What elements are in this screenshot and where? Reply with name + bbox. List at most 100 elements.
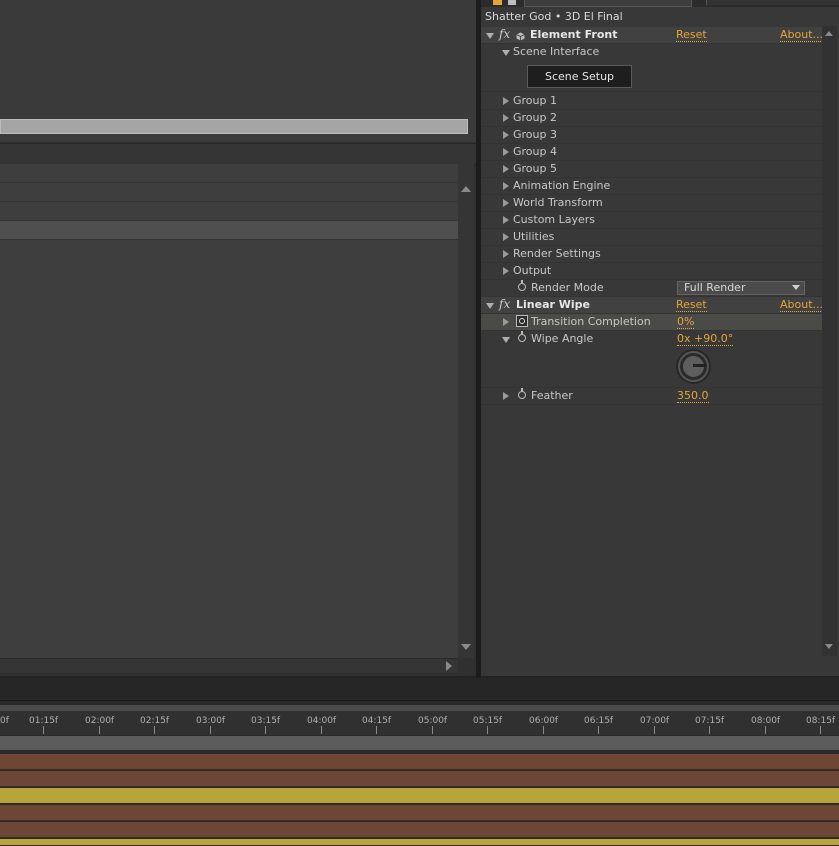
time-ruler-label: 04:15f [362,716,392,726]
list-item[interactable] [0,202,458,221]
ruler-tick [321,726,322,734]
effects-vertical-scrollbar[interactable] [822,26,837,656]
ruler-tick [765,726,766,734]
collapse-icon[interactable] [486,33,494,39]
about-link[interactable]: About... [780,299,824,312]
time-ruler-label: 03:15f [251,716,281,726]
expand-icon[interactable] [503,131,509,139]
left-vertical-scrollbar[interactable] [458,164,474,658]
group-row[interactable]: Group 2 [481,110,822,127]
feather-value[interactable]: 350.0 [677,390,709,403]
list-item[interactable] [0,183,458,202]
dropdown-value: Full Render [684,281,746,294]
expand-icon[interactable] [503,216,509,224]
ruler-tick [210,726,211,734]
list-item-selected[interactable] [0,221,458,240]
group-row[interactable]: Output [481,263,822,280]
group-row[interactable]: World Transform [481,195,822,212]
group-row[interactable]: Custom Layers [481,212,822,229]
reset-link[interactable]: Reset [676,299,707,312]
group-row[interactable]: Group 4 [481,144,822,161]
layer-track-bar[interactable] [0,805,839,821]
layer-track-bar[interactable] [0,822,839,838]
ruler-tick [432,726,433,734]
group-label: Output [513,264,552,277]
scroll-up-icon[interactable] [461,186,471,192]
ruler-tick [154,726,155,734]
property-label: Feather [531,389,573,402]
group-row[interactable]: Utilities [481,229,822,246]
layer-track-bar[interactable] [0,754,839,770]
group-label: Group 4 [513,145,557,158]
group-label: Custom Layers [513,213,596,226]
effect-header-element-front[interactable]: fx Element Front Reset About... [481,26,824,44]
ruler-tick [598,726,599,734]
expand-icon[interactable] [503,250,509,258]
property-label: Transition Completion [531,315,651,328]
tab-effect-controls[interactable] [524,0,692,7]
stopwatch-icon[interactable] [518,280,526,291]
stopwatch-icon[interactable] [518,388,526,399]
expand-icon[interactable] [503,267,509,275]
wipe-angle-value[interactable]: 0x +90.0° [677,333,734,346]
time-ruler-label: 07:15f [695,716,725,726]
effect-header-linear-wipe[interactable]: fx Linear Wipe Reset About... [481,296,824,314]
ruler-tick [654,726,655,734]
group-label: Group 3 [513,128,557,141]
ruler-tick [99,726,100,734]
transition-completion-row[interactable]: Transition Completion 0% [481,314,822,331]
scene-setup-button[interactable]: Scene Setup [527,65,632,88]
group-row[interactable]: Group 1 [481,93,822,110]
dial-needle [693,364,706,367]
ruler-tick [265,726,266,734]
group-row[interactable]: Render Settings [481,246,822,263]
stopwatch-icon[interactable] [518,331,526,342]
scroll-down-icon[interactable] [461,644,471,650]
timeline-gray-band [0,736,839,750]
left-gray-bar[interactable] [0,119,468,134]
reset-link[interactable]: Reset [676,29,707,42]
group-row[interactable]: Group 5 [481,161,822,178]
collapse-icon[interactable] [502,337,510,343]
group-row[interactable]: Animation Engine [481,178,822,195]
expand-icon[interactable] [503,318,509,326]
expand-icon[interactable] [503,199,509,207]
group-row[interactable]: Group 3 [481,127,822,144]
expand-icon[interactable] [503,392,509,400]
fx-icon[interactable]: fx [499,26,510,42]
time-ruler-label: 06:00f [529,716,559,726]
expand-icon[interactable] [503,233,509,241]
layer-track-bar[interactable] [0,839,839,846]
expand-icon[interactable] [503,165,509,173]
expand-icon[interactable] [503,114,509,122]
lock-icon[interactable] [508,0,516,5]
scroll-right-icon[interactable] [446,661,452,671]
fx-icon[interactable]: fx [499,296,510,312]
time-ruler-label: 02:00f [85,716,115,726]
layer-track-bar[interactable] [0,788,839,804]
collapse-icon[interactable] [502,50,510,56]
dropdown-arrow-icon [792,285,800,290]
transition-completion-value[interactable]: 0% [677,316,695,329]
list-item[interactable] [0,164,458,183]
collapse-icon[interactable] [486,303,494,309]
angle-dial[interactable] [676,349,711,384]
expand-icon[interactable] [503,148,509,156]
left-horizontal-scrollbar[interactable] [0,658,458,673]
scroll-up-icon[interactable] [825,31,833,36]
expand-icon[interactable] [503,182,509,190]
left-list [0,164,458,658]
panel-menu-icon[interactable] [493,0,502,5]
work-area-bar[interactable] [0,705,839,711]
effect-name: Element Front [530,28,618,41]
about-link[interactable]: About... [780,29,824,42]
timeline-header [0,678,839,701]
render-mode-dropdown[interactable]: Full Render [677,281,805,295]
stopwatch-active-icon[interactable] [516,315,528,327]
group-label: Scene Interface [513,45,600,58]
group-label: Group 5 [513,162,557,175]
group-label: Group 2 [513,111,557,124]
layer-track-bar[interactable] [0,771,839,787]
expand-icon[interactable] [503,97,509,105]
scroll-down-icon[interactable] [825,644,833,649]
